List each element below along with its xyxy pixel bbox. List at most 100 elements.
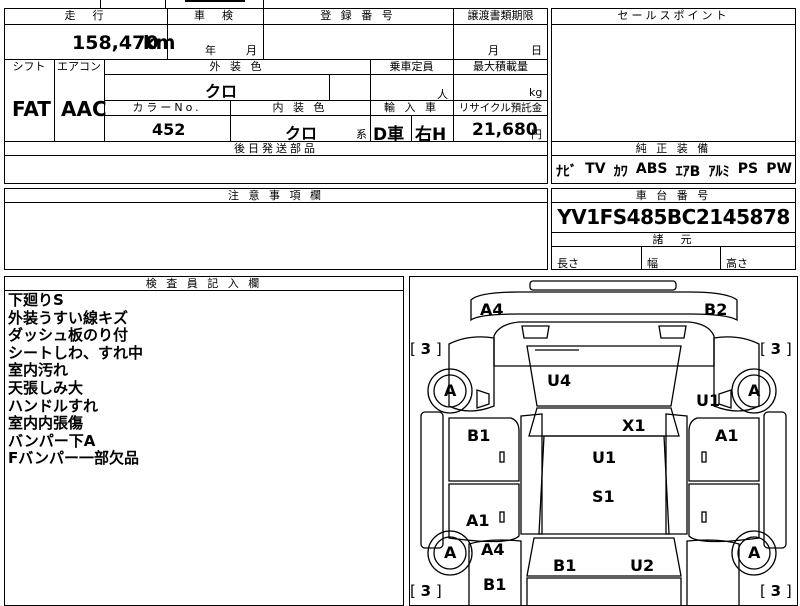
tire-depth-fr: [ 3 ] — [760, 340, 792, 358]
sales-point-box — [551, 8, 796, 184]
max-load-label: 最大積載量 — [473, 60, 528, 73]
recycle-value: 21,680 — [472, 120, 538, 140]
equipment-item: PW — [766, 161, 792, 177]
note-item: 室内汚れ — [8, 361, 69, 380]
capacity-unit: 人 — [437, 88, 448, 101]
tire-grade-rr: A — [748, 543, 761, 562]
tire-depth-rl: [ 3 ] — [410, 582, 442, 600]
chassis-label: 車 台 番 号 — [635, 189, 712, 202]
transfer-month-unit: 月 — [488, 44, 499, 57]
hood — [493, 321, 715, 367]
note-item: シートしわ、すれ中 — [8, 343, 144, 362]
roof-front — [528, 407, 680, 437]
dims-label: 諸 元 — [652, 233, 695, 246]
inspector-label: 検 査 員 記 入 欄 — [145, 277, 263, 290]
caution-label: 注 意 事 項 欄 — [228, 189, 324, 202]
height-label: 高さ — [726, 257, 748, 270]
shift-label: シフト — [12, 60, 46, 73]
transfer-label: 譲渡書類期限 — [467, 9, 534, 22]
exterior-label: 外 装 色 — [209, 60, 265, 73]
right-rocker — [763, 411, 787, 549]
interior-suffix: 系 — [356, 128, 367, 141]
mileage-unit: km — [143, 32, 176, 54]
mileage-label: 走 行 — [64, 9, 107, 22]
capacity-label: 乗車定員 — [389, 60, 434, 73]
recycle-unit: 円 — [531, 128, 542, 141]
door-handle — [499, 451, 505, 463]
registration-label: 登 録 番 号 — [320, 9, 396, 22]
note-item: 室内内張傷 — [8, 414, 84, 433]
damage-front-left: A4 — [480, 300, 504, 319]
interior-value: クロ — [285, 124, 318, 143]
damage-left-rear-door: A1 — [466, 511, 490, 530]
damage-roof-rear: S1 — [592, 487, 615, 506]
door-handle — [499, 511, 505, 523]
damage-rear-left: B1 — [483, 575, 507, 594]
damage-front-right-fender: U1 — [696, 391, 721, 410]
note-item: ハンドルすれ — [8, 396, 99, 415]
inspection-label: 車 検 — [194, 9, 236, 22]
width-label: 幅 — [647, 257, 658, 270]
exterior-value: クロ — [205, 82, 238, 101]
color-no-label: カラーNo. — [132, 101, 202, 114]
equipment-item: ABS — [635, 161, 668, 177]
tire-grade-rl: A — [444, 543, 457, 562]
mirror-left — [476, 389, 490, 409]
tire-grade-fl: A — [444, 381, 457, 400]
damage-rear-trunk: B1 — [553, 556, 577, 575]
equipment-item: ﾅﾋﾞ — [556, 164, 577, 180]
equipment-item: TV — [585, 161, 606, 177]
damage-windshield: U4 — [547, 371, 572, 390]
front-bumper-tab — [529, 280, 677, 291]
equipment-item: ｴｱB — [675, 164, 701, 180]
max-load-unit: kg — [529, 86, 543, 99]
damage-front-right: B2 — [704, 300, 728, 319]
note-item: 下廻りS — [8, 291, 64, 309]
equipment-item: ｶﾜ — [613, 164, 628, 180]
front-bumper — [470, 291, 738, 322]
headlight-right — [658, 325, 687, 339]
aircon-label: エアコン — [57, 60, 101, 73]
right-rear-fender — [686, 539, 740, 606]
inspection-year-unit: 年 — [205, 44, 216, 57]
import-label: 輸 入 車 — [384, 101, 439, 114]
left-pillar — [520, 413, 543, 535]
door-handle — [701, 451, 707, 463]
equipment-item: PS — [737, 161, 759, 177]
equipment-item: ｱﾙﾐ — [708, 164, 730, 180]
damage-rear-right: U2 — [630, 556, 655, 575]
damage-left-front-door: B1 — [467, 426, 491, 445]
headlight-left — [521, 325, 550, 339]
inspection-month-unit: 月 — [246, 44, 257, 57]
trunk — [526, 577, 682, 606]
door-handle — [701, 511, 707, 523]
top-fragment-line — [263, 0, 264, 8]
damage-left-rear-fender: A4 — [481, 540, 505, 559]
later-parts-label: 後日発送部品 — [234, 142, 318, 155]
equipment-label: 純 正 装 備 — [635, 142, 712, 155]
right-pillar — [665, 413, 688, 535]
damage-roof-front: X1 — [622, 416, 646, 435]
length-label: 長さ — [557, 257, 579, 270]
chassis-value: YV1FS485BC2145878 — [557, 205, 790, 229]
damage-right-front-door: A1 — [715, 426, 739, 445]
tire-grade-fr: A — [748, 381, 761, 400]
sales-point-label: セールスポイント — [617, 9, 730, 22]
transfer-day-unit: 日 — [531, 44, 542, 57]
mirror-right — [718, 389, 732, 409]
interior-label: 内 装 色 — [272, 101, 328, 114]
note-item: ダッシュ板のり付 — [8, 326, 129, 345]
inspector-notes: 下廻りS 外装うすい線キズ ダッシュ板のり付 シートしわ、すれ中 室内汚れ 天張… — [8, 291, 144, 468]
note-item: 天張しみ大 — [8, 378, 84, 397]
aircon-value: AAC — [61, 97, 107, 121]
top-fragment-line — [165, 0, 166, 8]
recycle-label: リサイクル預託金 — [458, 102, 543, 114]
top-fragment-line — [100, 0, 101, 8]
note-item: 外装うすい線キズ — [8, 308, 129, 327]
tire-depth-rr: [ 3 ] — [760, 582, 792, 600]
note-item: Fバンパー一部欠品 — [8, 449, 139, 468]
left-rocker — [420, 411, 444, 549]
right-rear-door — [688, 483, 760, 543]
shift-value: FAT — [12, 97, 51, 121]
color-no-value: 452 — [152, 120, 186, 139]
